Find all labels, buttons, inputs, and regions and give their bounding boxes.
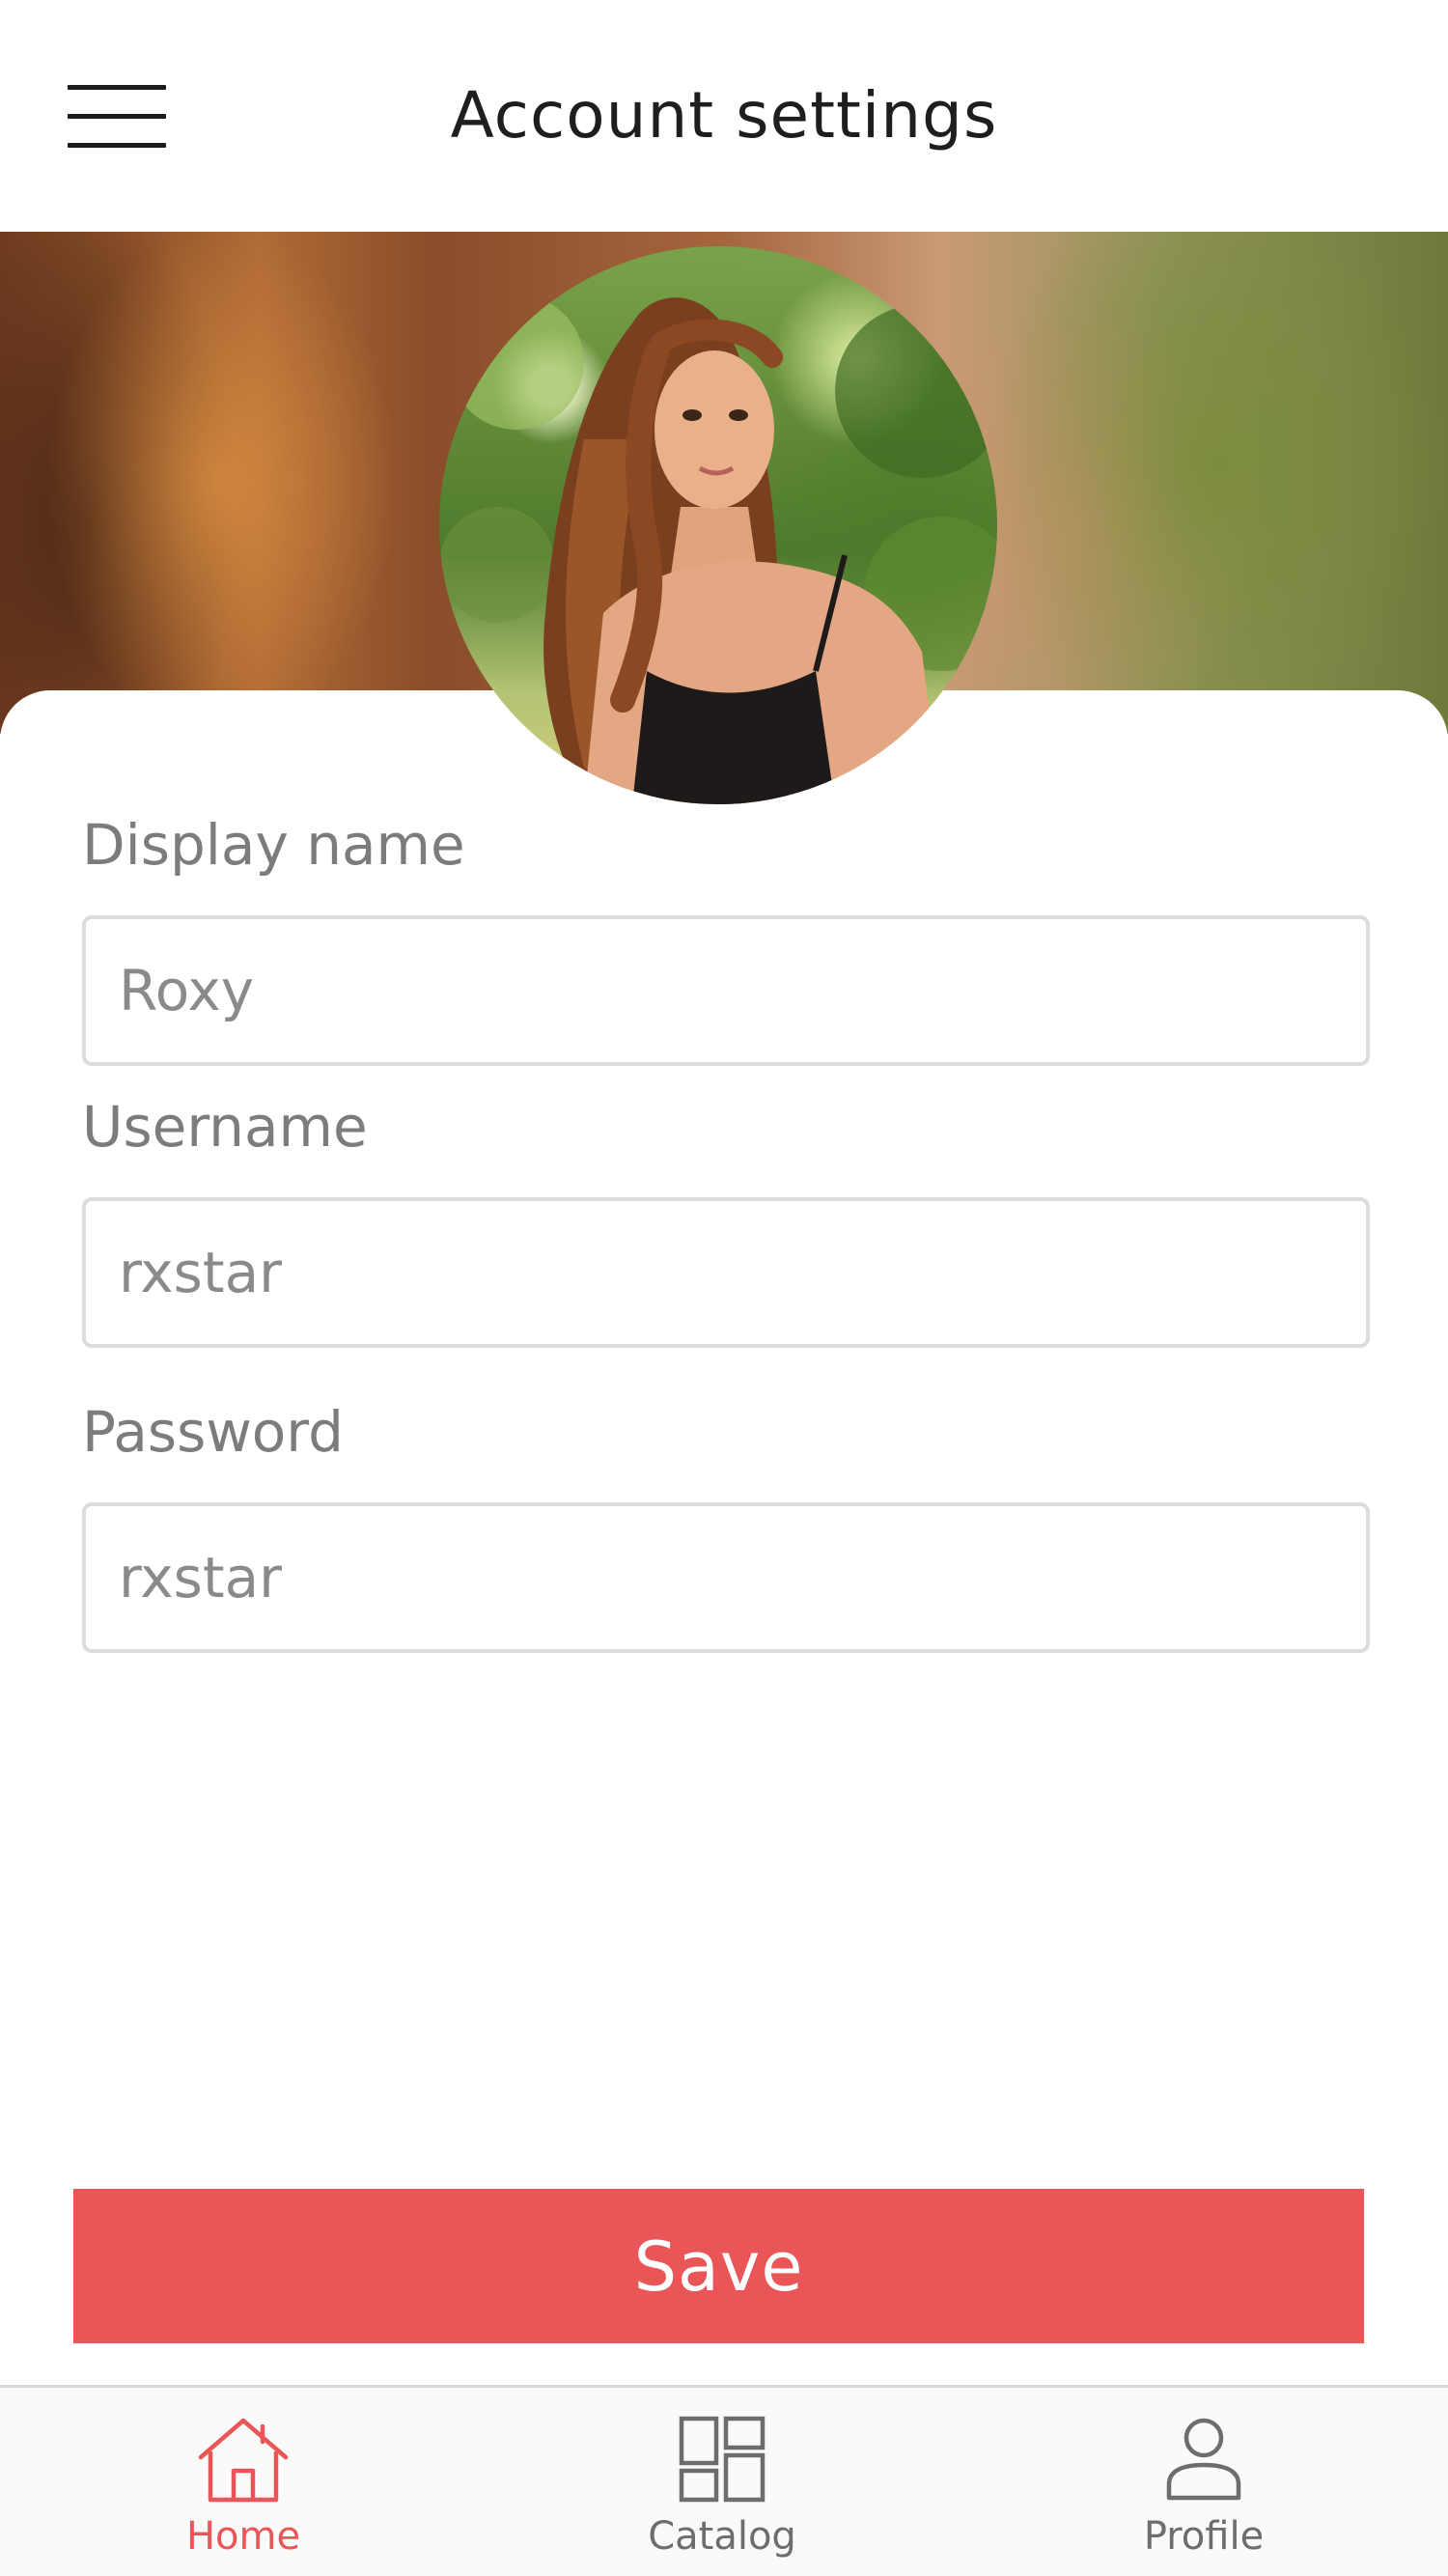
nav-item-catalog[interactable]: Catalog <box>597 2388 848 2576</box>
nav-label-catalog: Catalog <box>648 2514 796 2559</box>
settings-form-card: Display name Username Password <box>0 690 1448 2385</box>
save-button[interactable]: Save <box>73 2189 1364 2343</box>
username-input[interactable] <box>82 1197 1370 1348</box>
nav-label-home: Home <box>185 2514 301 2559</box>
profile-icon <box>1166 2418 1241 2501</box>
account-settings-screen: Account settings Display name Roxy Usern… <box>0 0 1448 2576</box>
nav-item-profile[interactable]: Profile <box>1078 2388 1329 2576</box>
nav-item-home[interactable]: Home <box>118 2388 369 2576</box>
catalog-icon <box>679 2416 766 2503</box>
display-name-label: Display name <box>82 812 465 878</box>
bottom-navigation: Home Catalog Profile <box>0 2385 1448 2576</box>
username-label: Username <box>82 1094 368 1160</box>
display-name-input[interactable] <box>82 915 1370 1066</box>
home-icon <box>198 2418 289 2503</box>
password-input[interactable] <box>82 1502 1370 1653</box>
nav-label-profile: Profile <box>1143 2514 1265 2559</box>
profile-photo <box>439 294 997 804</box>
page-title: Account settings <box>450 78 998 153</box>
avatar[interactable] <box>439 246 997 804</box>
app-header: Account settings <box>0 0 1448 232</box>
password-label: Password <box>82 1399 344 1465</box>
